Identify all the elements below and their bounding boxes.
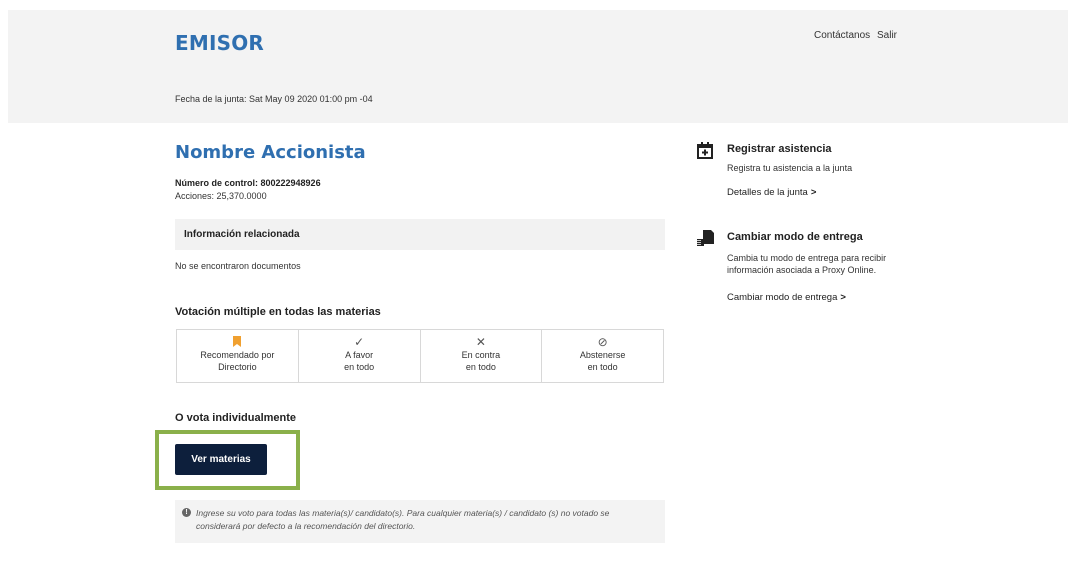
logout-link[interactable]: Salir [877,30,897,41]
vote-note-text: Ingrese su voto para todas las materia(s… [196,508,610,531]
header-band [8,10,1068,123]
document-hand-icon [697,230,714,252]
vote-label-line2: en todo [465,362,496,372]
multi-vote-title: Votación múltiple en todas las materias [175,306,381,318]
change-delivery-desc: Cambia tu modo de entrega para recibir i… [727,253,887,275]
register-attendance-desc: Registra tu asistencia a la junta [727,163,853,173]
info-icon: ! [182,508,191,517]
vote-label-line1: En contra [461,350,501,360]
vote-recommended-button[interactable]: Recomendado por Directorio [177,330,299,382]
related-info-bar: Información relacionada [175,219,665,250]
brand-logo: EMISOR [175,31,265,55]
vote-label-line2: Directorio [218,362,257,372]
vote-abstain-all-button[interactable]: ⊘ Abstenerse en todo [542,330,663,382]
x-icon: ✕ [475,335,486,349]
bookmark-icon [177,336,298,349]
chevron-right-icon: > [840,292,846,303]
meeting-details-link[interactable]: Detalles de la junta > [727,187,816,198]
meeting-date: Fecha de la junta: Sat May 09 2020 01:00… [175,94,373,104]
individual-vote-title: O vota individualmente [175,412,297,424]
multi-vote-options: Recomendado por Directorio ✓ A favor en … [176,329,664,383]
change-delivery-title: Cambiar modo de entrega [727,231,863,243]
vote-label-line1: Abstenerse [579,350,626,360]
vote-label-line2: en todo [344,362,375,372]
contact-link[interactable]: Contáctanos [814,30,870,41]
vote-note: ! Ingrese su voto para todas las materia… [175,500,665,543]
vote-label-line1: Recomendado por [200,350,275,360]
vote-label-line1: A favor [345,350,374,360]
calendar-plus-icon [697,142,713,164]
vote-against-all-button[interactable]: ✕ En contra en todo [421,330,543,382]
vote-for-all-button[interactable]: ✓ A favor en todo [299,330,421,382]
ban-icon: ⊘ [597,335,608,349]
shares-count: Acciones: 25,370.0000 [175,191,267,201]
change-delivery-label: Cambiar modo de entrega [727,292,838,303]
meeting-details-label: Detalles de la junta [727,187,808,198]
related-info-title: Información relacionada [184,229,300,240]
change-delivery-link[interactable]: Cambiar modo de entrega > [727,292,846,303]
page-title: Nombre Accionista [175,142,366,163]
register-attendance-title: Registrar asistencia [727,143,832,155]
check-icon: ✓ [354,335,365,349]
vote-label-line2: en todo [587,362,618,372]
no-documents-text: No se encontraron documentos [175,261,301,271]
chevron-right-icon: > [810,187,817,198]
view-matters-button[interactable]: Ver materias [175,444,267,475]
control-number: Número de control: 800222948926 [175,178,321,188]
